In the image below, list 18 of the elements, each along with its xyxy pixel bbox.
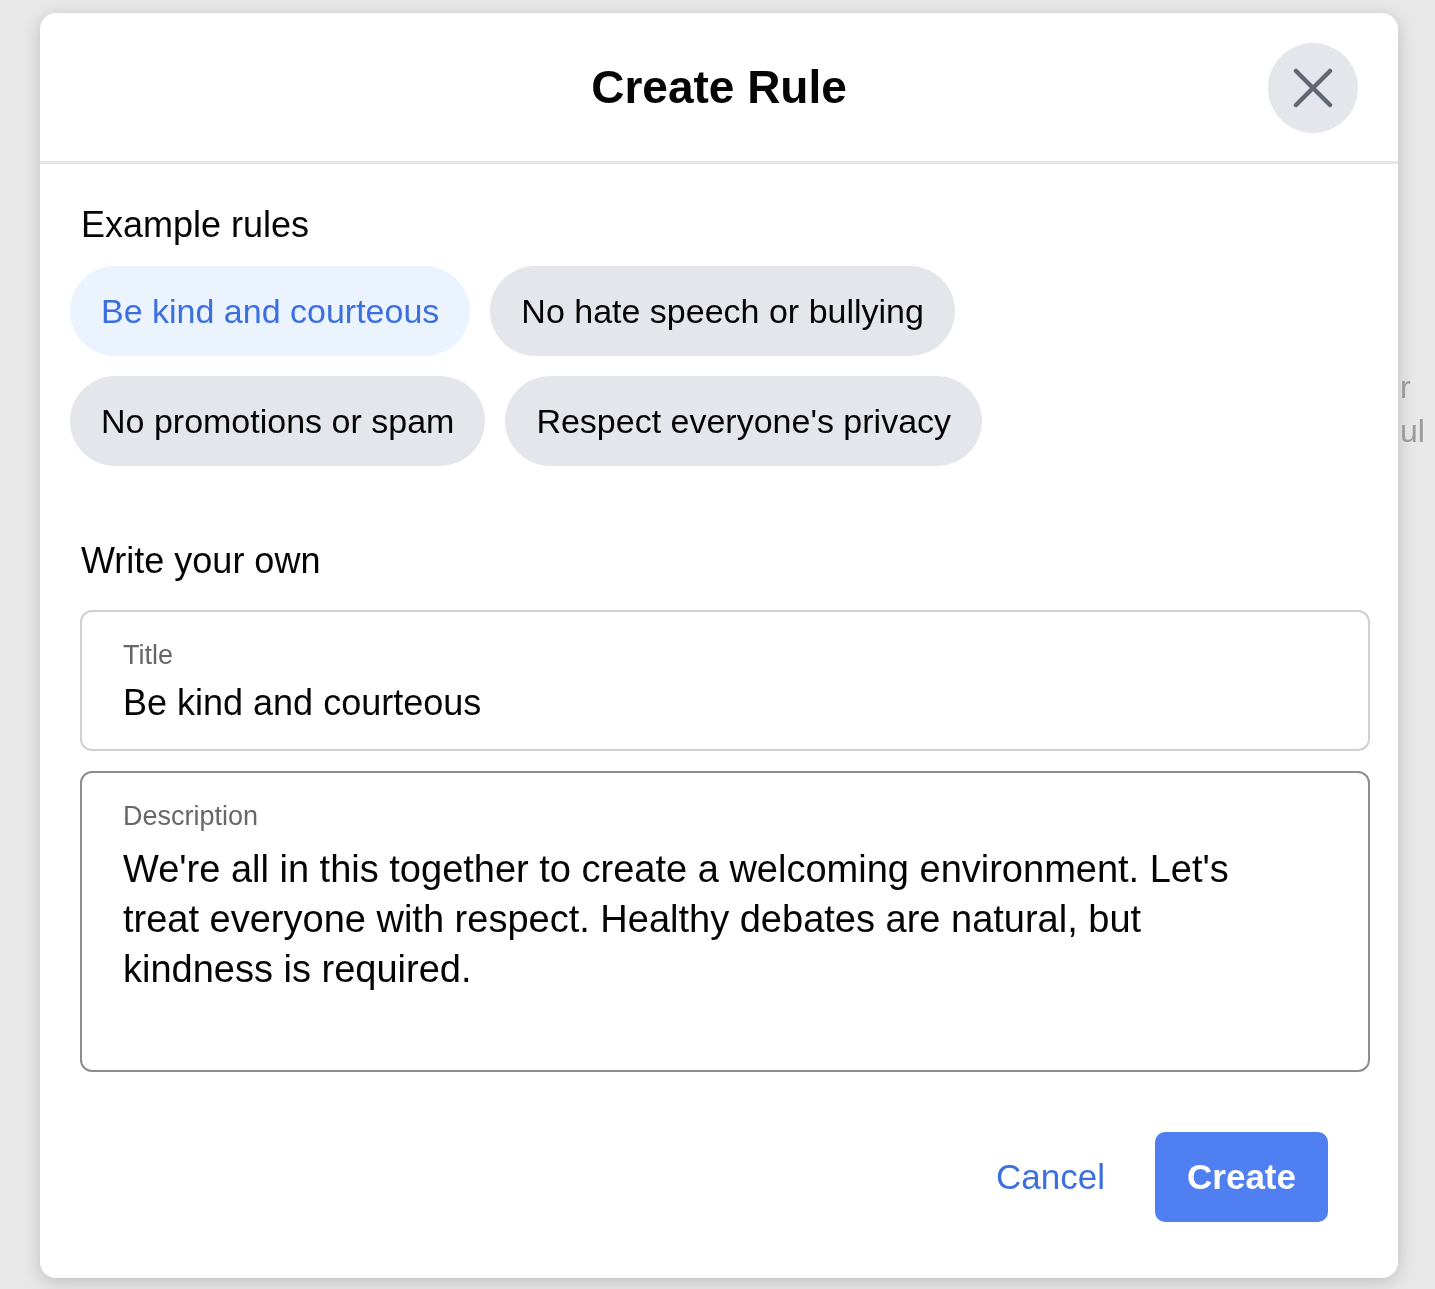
close-icon [1293, 68, 1333, 108]
rule-chip[interactable]: Be kind and courteous [70, 266, 471, 356]
section-heading: Example rules [81, 204, 311, 246]
background-text: r [1399, 368, 1412, 407]
rule-chip[interactable]: Respect everyone's privacy [505, 376, 983, 466]
cancel-button[interactable]: Cancel [996, 1132, 1106, 1222]
description-field[interactable]: Description We're all in this together to create a welcoming environment. Let's treat everyone with respect. Healthy debates are natural, but kindness is required. [80, 771, 1370, 1072]
description-textarea[interactable]: We're all in this together to create a welcoming environment. Let's treat everyone with respect. Healthy debates are natural, but kindness is required. [123, 844, 1233, 1050]
field-label: Description [123, 801, 260, 832]
field-label: Title [123, 640, 174, 671]
section-heading: Write your own [81, 540, 322, 582]
title-field[interactable]: Title Be kind and courteous [80, 610, 1370, 751]
dialog-title: Create Rule [591, 60, 847, 114]
title-input[interactable]: Be kind and courteous [123, 677, 1327, 729]
create-button[interactable]: Create [1155, 1132, 1328, 1222]
rule-chip[interactable]: No promotions or spam [70, 376, 486, 466]
background-text: ul [1399, 412, 1425, 451]
rule-chip[interactable]: No hate speech or bullying [490, 266, 955, 356]
